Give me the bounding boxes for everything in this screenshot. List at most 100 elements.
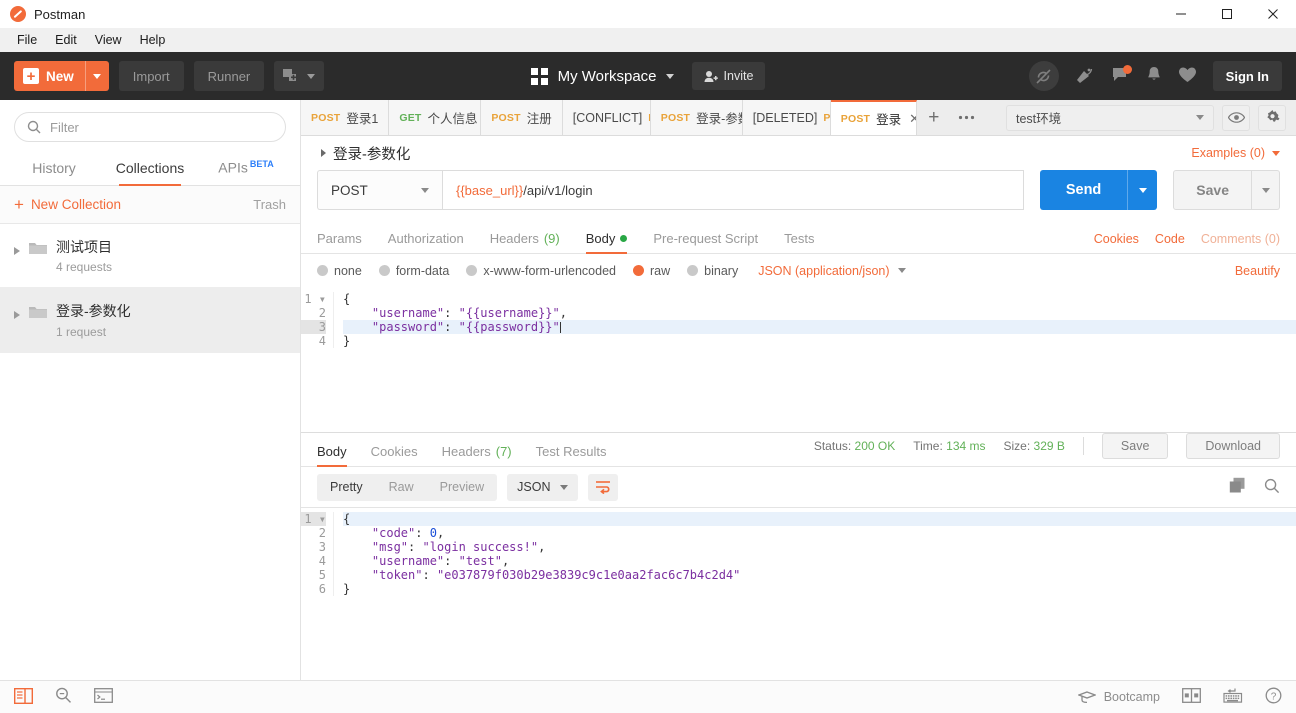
- body-type-form-data[interactable]: form-data: [379, 264, 450, 278]
- heart-icon[interactable]: [1178, 66, 1197, 86]
- response-format-selector[interactable]: JSON: [507, 474, 578, 501]
- save-button[interactable]: Save: [1173, 170, 1252, 210]
- response-tab-headers[interactable]: Headers (7): [442, 444, 512, 466]
- sidebar-toggle-icon[interactable]: [14, 688, 33, 707]
- new-button[interactable]: + New: [14, 61, 109, 91]
- sign-in-button[interactable]: Sign In: [1213, 61, 1282, 91]
- request-tab[interactable]: POST 登录1: [301, 100, 389, 135]
- method-selector[interactable]: POST: [317, 170, 442, 210]
- body-type-binary[interactable]: binary: [687, 264, 738, 278]
- workspace-name[interactable]: My Workspace: [558, 68, 657, 85]
- breadcrumb-chevron-icon[interactable]: [321, 149, 326, 157]
- response-save-button[interactable]: Save: [1102, 433, 1169, 459]
- chevron-right-icon[interactable]: [14, 247, 20, 255]
- examples-button[interactable]: Examples (0): [1191, 146, 1280, 160]
- environment-settings-button[interactable]: [1258, 105, 1286, 131]
- menu-item-help[interactable]: Help: [131, 30, 175, 50]
- new-dropdown-button[interactable]: [85, 61, 109, 91]
- two-pane-icon[interactable]: [1182, 688, 1201, 706]
- invite-button[interactable]: Invite: [692, 62, 766, 90]
- menu-item-view[interactable]: View: [86, 30, 131, 50]
- tab-body[interactable]: Body: [586, 231, 628, 253]
- copy-icon[interactable]: [1229, 477, 1246, 497]
- request-body-editor[interactable]: 1 ▾234 { "username": "{{username}}", "pa…: [301, 287, 1296, 433]
- sidebar-tab-collections[interactable]: Collections: [102, 160, 198, 185]
- tab-pre-request-script[interactable]: Pre-request Script: [653, 231, 758, 253]
- code-line[interactable]: "token": "e037879f030b29e3839c9c1e0aa2fa…: [343, 568, 1296, 582]
- url-input[interactable]: {{base_url}}/api/v1/login: [442, 170, 1024, 210]
- code-line[interactable]: "username": "test",: [343, 554, 1296, 568]
- response-tab-body[interactable]: Body: [317, 444, 347, 466]
- close-button[interactable]: [1250, 0, 1296, 28]
- search-icon[interactable]: [1264, 478, 1280, 497]
- response-download-button[interactable]: Download: [1186, 433, 1280, 459]
- trash-button[interactable]: Trash: [253, 197, 286, 212]
- new-window-button[interactable]: [274, 61, 324, 91]
- code-line[interactable]: "password": "{{password}}": [343, 320, 1296, 334]
- sidebar-tab-apis[interactable]: APIsBETA: [198, 159, 294, 185]
- view-mode-pretty[interactable]: Pretty: [317, 474, 376, 501]
- console-icon[interactable]: [94, 688, 113, 706]
- chevron-right-icon[interactable]: [14, 311, 20, 319]
- bell-icon[interactable]: [1146, 66, 1162, 87]
- chat-icon[interactable]: [1111, 66, 1130, 87]
- add-tab-button[interactable]: +: [917, 100, 951, 135]
- save-options-button[interactable]: [1252, 170, 1280, 210]
- code-line[interactable]: "username": "{{username}}",: [343, 306, 1296, 320]
- sync-disabled-icon[interactable]: [1029, 61, 1059, 91]
- bootcamp-button[interactable]: Bootcamp: [1078, 690, 1160, 704]
- code-line[interactable]: "code": 0,: [343, 526, 1296, 540]
- body-type-urlencoded[interactable]: x-www-form-urlencoded: [466, 264, 616, 278]
- help-icon[interactable]: ?: [1265, 687, 1282, 707]
- request-code[interactable]: { "username": "{{username}}", "password"…: [334, 292, 1296, 348]
- new-collection-button[interactable]: + New Collection: [14, 196, 121, 213]
- code-link[interactable]: Code: [1155, 232, 1185, 246]
- menu-item-edit[interactable]: Edit: [46, 30, 86, 50]
- menu-item-file[interactable]: File: [8, 30, 46, 50]
- request-tab[interactable]: POST 登录-参数: [651, 100, 743, 135]
- minimize-button[interactable]: [1158, 0, 1204, 28]
- import-button[interactable]: Import: [119, 61, 184, 91]
- satellite-icon[interactable]: [1075, 66, 1095, 87]
- list-item[interactable]: 测试项目 4 requests: [0, 224, 300, 288]
- runner-button[interactable]: Runner: [194, 61, 265, 91]
- view-mode-raw[interactable]: Raw: [376, 474, 427, 501]
- comments-link[interactable]: Comments (0): [1201, 232, 1280, 246]
- request-tab[interactable]: GET 个人信息: [389, 100, 481, 135]
- code-line[interactable]: }: [343, 334, 1296, 348]
- environment-selector[interactable]: test环境: [1006, 105, 1214, 131]
- close-icon[interactable]: ✕: [909, 111, 917, 127]
- response-tab-cookies[interactable]: Cookies: [371, 444, 418, 466]
- tab-options-button[interactable]: [951, 100, 983, 135]
- tab-tests[interactable]: Tests: [784, 231, 814, 253]
- send-button[interactable]: Send: [1040, 170, 1127, 210]
- maximize-button[interactable]: [1204, 0, 1250, 28]
- code-line[interactable]: }: [343, 582, 1296, 596]
- send-options-button[interactable]: [1127, 170, 1157, 210]
- tab-headers[interactable]: Headers (9): [490, 231, 560, 253]
- code-line[interactable]: {: [343, 292, 1296, 306]
- list-item[interactable]: 登录-参数化 1 request: [0, 288, 300, 352]
- response-code[interactable]: { "code": 0, "msg": "login success!", "u…: [334, 512, 1296, 596]
- word-wrap-button[interactable]: [588, 474, 618, 501]
- body-type-raw[interactable]: raw: [633, 264, 670, 278]
- content-type-selector[interactable]: JSON (application/json): [758, 264, 905, 278]
- workspace-chevron-down-icon[interactable]: [666, 74, 674, 79]
- sidebar-tab-history[interactable]: History: [6, 160, 102, 185]
- tab-params[interactable]: Params: [317, 231, 362, 253]
- response-tab-test-results[interactable]: Test Results: [536, 444, 607, 466]
- request-tab-active[interactable]: POST 登录 ✕: [831, 100, 917, 135]
- request-tab-conflict[interactable]: [CONFLICT] POST: [563, 100, 651, 135]
- request-tab[interactable]: POST 注册: [481, 100, 562, 135]
- code-line[interactable]: "msg": "login success!",: [343, 540, 1296, 554]
- find-icon[interactable]: [55, 687, 72, 707]
- body-type-none[interactable]: none: [317, 264, 362, 278]
- code-line[interactable]: {: [343, 512, 1296, 526]
- search-input[interactable]: Filter: [14, 112, 286, 142]
- tab-authorization[interactable]: Authorization: [388, 231, 464, 253]
- response-body-viewer[interactable]: 1 ▾23456 { "code": 0, "msg": "login succ…: [301, 507, 1296, 680]
- request-tab-deleted[interactable]: [DELETED] POST: [743, 100, 831, 135]
- keyboard-icon[interactable]: [1223, 688, 1243, 706]
- beautify-button[interactable]: Beautify: [1235, 264, 1280, 278]
- cookies-link[interactable]: Cookies: [1094, 232, 1139, 246]
